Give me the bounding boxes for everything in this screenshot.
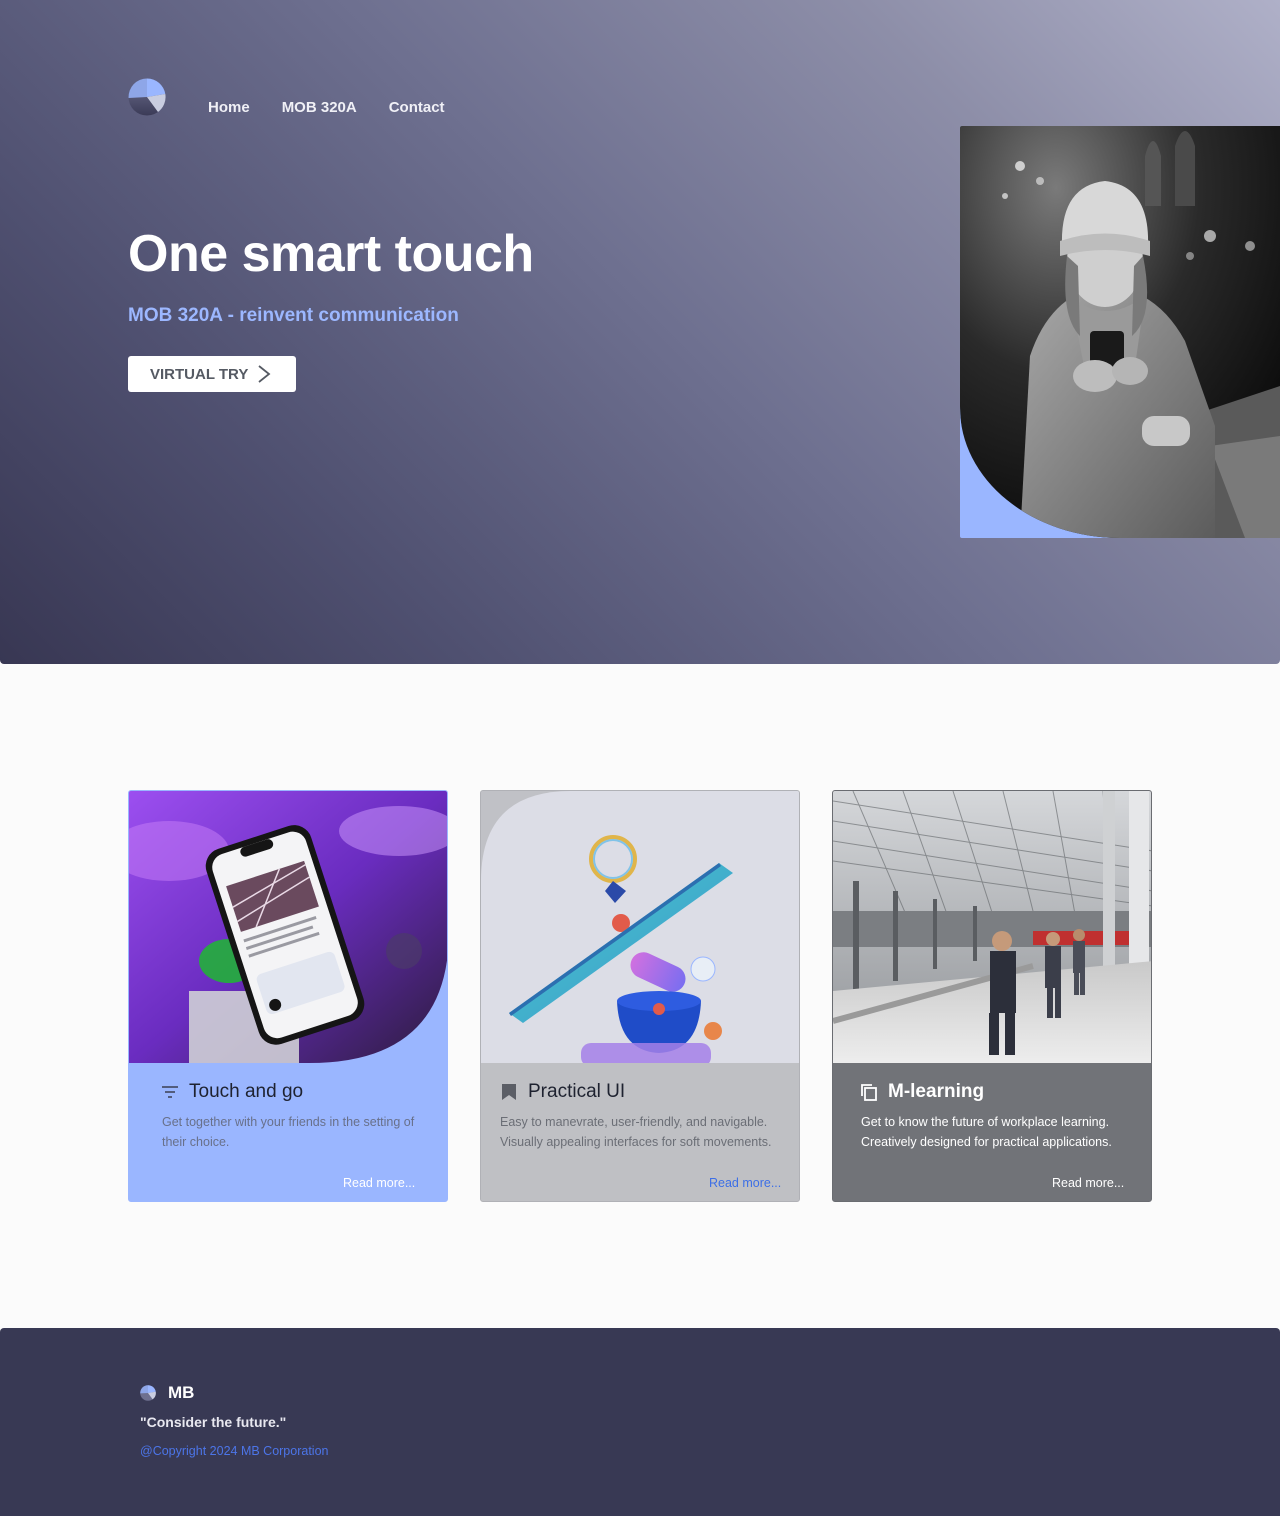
card-title: Practical UI — [500, 1081, 625, 1103]
bookmark-icon — [502, 1084, 516, 1100]
card-description: Get together with your friends in the se… — [162, 1115, 415, 1149]
nav-home[interactable]: Home — [208, 99, 250, 116]
footer-copyright: @Copyright 2024 MB Corporation — [140, 1444, 329, 1458]
hero-section: Home MOB 320A Contact One smart touch MO… — [0, 0, 1280, 664]
card-description: Easy to manevrate, user-friendly, and na… — [500, 1115, 772, 1149]
hero-title: One smart touch — [128, 225, 534, 283]
logo-icon — [140, 1385, 156, 1401]
footer: MB "Consider the future." @Copyright 202… — [0, 1328, 1280, 1516]
abstract-shapes-photo — [481, 791, 799, 1063]
card-title-text: Touch and go — [189, 1081, 304, 1102]
footer-brand: MB — [140, 1383, 194, 1403]
read-more-link[interactable]: Read more... — [709, 1176, 781, 1190]
card-body: M-learning Get to know the future of wor… — [833, 1063, 1151, 1201]
hero-photo-frame — [960, 126, 1280, 538]
phone-photo — [129, 791, 447, 1063]
hero-subtitle: MOB 320A - reinvent communication — [128, 305, 459, 326]
read-more-link[interactable]: Read more... — [1052, 1176, 1124, 1190]
footer-quote: "Consider the future." — [140, 1414, 287, 1430]
feature-card-m-learning: M-learning Get to know the future of wor… — [832, 790, 1152, 1202]
card-title: Touch and go — [161, 1081, 303, 1103]
filter-lines-icon — [162, 1086, 178, 1098]
virtual-try-button[interactable]: VIRTUAL TRY — [128, 356, 296, 392]
card-title: M-learning — [860, 1081, 984, 1103]
card-body: Practical UI Easy to manevrate, user-fri… — [481, 1063, 799, 1201]
feature-card-touch-and-go: Touch and go Get together with your frie… — [128, 790, 448, 1202]
virtual-try-label: VIRTUAL TRY — [150, 365, 249, 383]
card-description: Get to know the future of workplace lear… — [861, 1115, 1112, 1149]
nav-contact[interactable]: Contact — [389, 99, 445, 116]
card-title-text: Practical UI — [528, 1081, 626, 1102]
card-title-text: M-learning — [888, 1081, 985, 1102]
chevron-right-icon — [258, 365, 271, 383]
feature-card-practical-ui: Practical UI Easy to manevrate, user-fri… — [480, 790, 800, 1202]
read-more-link[interactable]: Read more... — [343, 1176, 415, 1190]
nav-mob-320a[interactable]: MOB 320A — [282, 99, 357, 116]
footer-brand-name: MB — [168, 1383, 195, 1402]
copy-icon — [861, 1084, 877, 1101]
main-nav: Home MOB 320A Contact — [208, 99, 477, 116]
station-commuters-photo — [833, 791, 1151, 1063]
card-body: Touch and go Get together with your frie… — [129, 1063, 447, 1201]
logo-icon[interactable] — [128, 78, 166, 116]
woman-with-phone-photo — [960, 126, 1280, 538]
